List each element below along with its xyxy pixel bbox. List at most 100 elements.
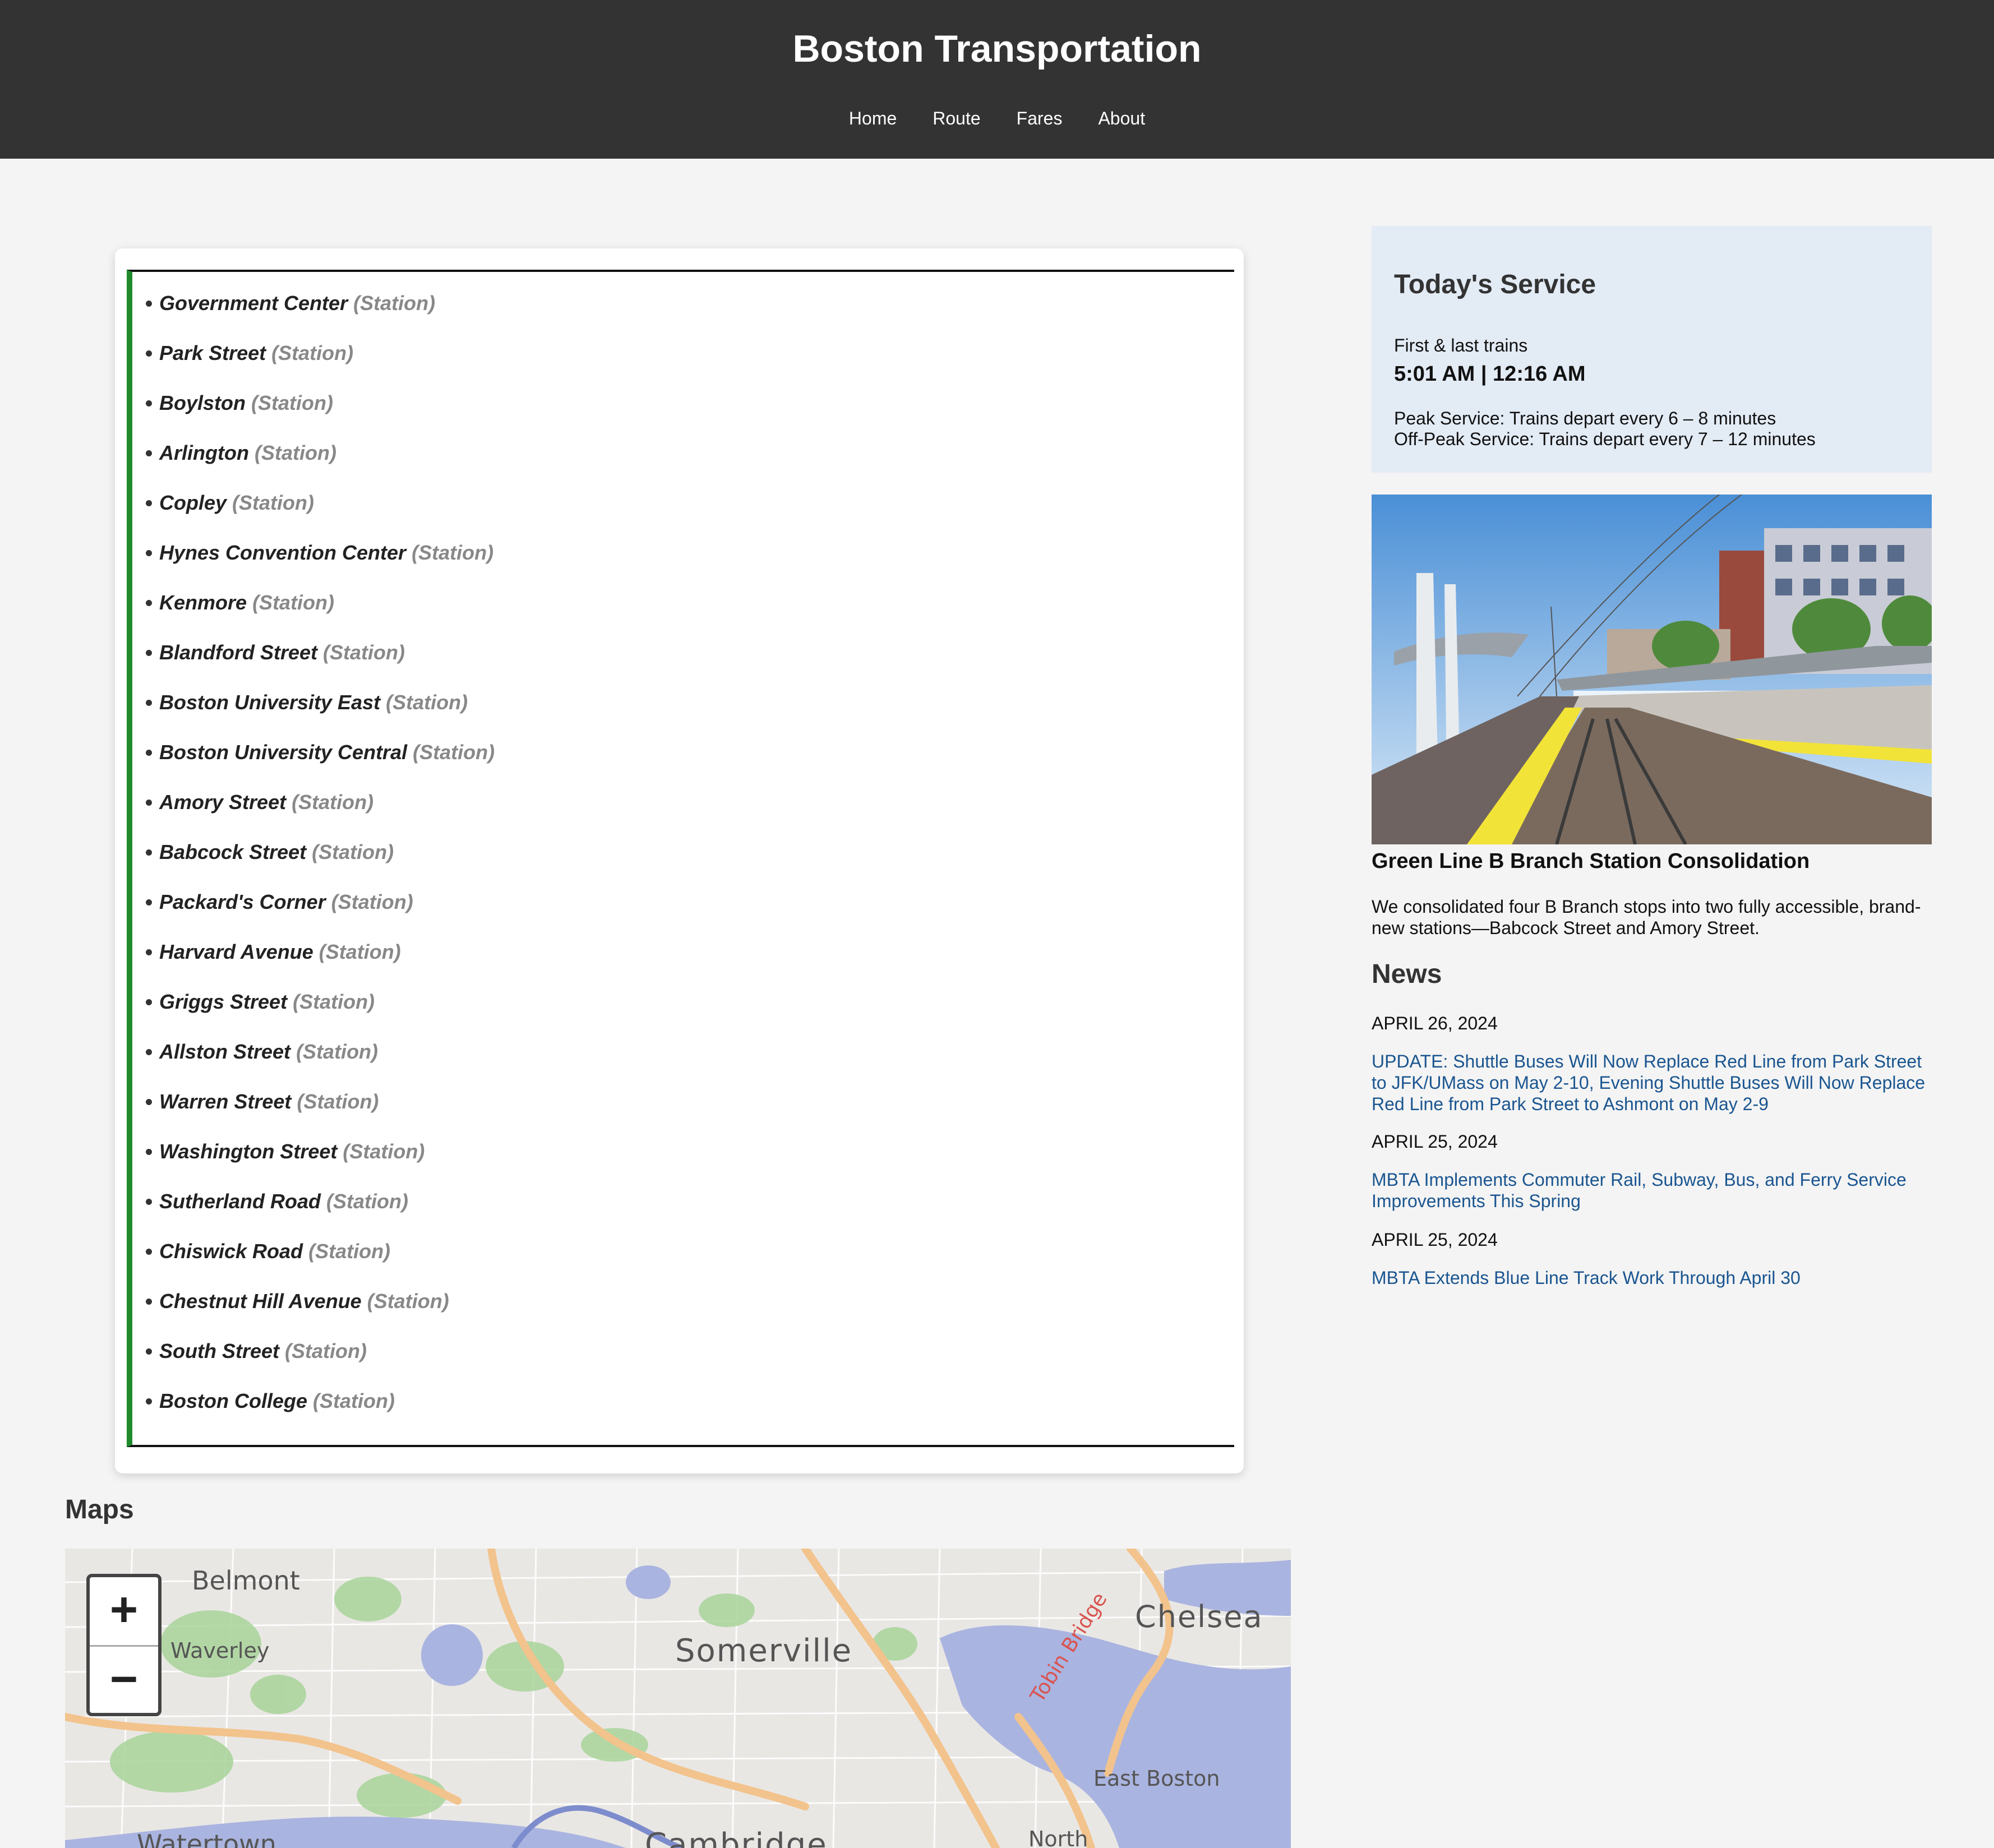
station-type-label: (Station) — [251, 391, 333, 414]
station-list-item: Government Center (Station) — [132, 287, 435, 320]
station-list-card: Government Center (Station) Park Street (… — [115, 248, 1244, 1473]
station-list-item: Boston University Central (Station) — [132, 736, 495, 769]
station-type-label: (Station) — [312, 840, 394, 863]
map-label-chelsea: Chelsea — [1135, 1599, 1263, 1634]
zoom-out-button[interactable]: − — [90, 1645, 158, 1713]
station-type-label: (Station) — [292, 791, 374, 814]
news-link[interactable]: MBTA Implements Commuter Rail, Subway, B… — [1372, 1169, 1932, 1212]
station-type-label: (Station) — [271, 341, 354, 364]
map-label-watertown: Watertown — [137, 1829, 276, 1848]
feature-description: We consolidated four B Branch stops into… — [1372, 897, 1921, 938]
station-list: Government Center (Station) Park Street (… — [127, 270, 1234, 1447]
todays-service-panel: Today's Service First & last trains 5:01… — [1372, 226, 1932, 473]
map-label-cambridge: Cambridge — [645, 1827, 828, 1848]
station-name[interactable]: Boylston — [159, 391, 246, 414]
station-name[interactable]: Copley — [159, 491, 227, 514]
offpeak-service-text: Off-Peak Service: Trains depart every 7 … — [1394, 429, 1816, 449]
station-list-item: Hynes Convention Center (Station) — [132, 536, 493, 570]
station-type-label: (Station) — [308, 1240, 391, 1263]
station-name[interactable]: Chestnut Hill Avenue — [159, 1290, 362, 1313]
station-name[interactable]: Boston University Central — [159, 741, 407, 764]
map-label-waverley: Waverley — [170, 1638, 270, 1663]
main-nav: Home Route Fares About — [0, 108, 1994, 129]
map-view[interactable]: + − Belmont Waverley Somerville Chelsea … — [65, 1549, 1291, 1848]
station-name[interactable]: Griggs Street — [159, 990, 287, 1013]
station-type-label: (Station) — [313, 1389, 395, 1412]
station-type-label: (Station) — [319, 940, 401, 963]
nav-about[interactable]: About — [1098, 108, 1145, 129]
station-list-item: South Street (Station) — [132, 1334, 367, 1368]
station-list-item: Allston Street (Station) — [132, 1035, 378, 1069]
station-name[interactable]: Hynes Convention Center — [159, 541, 406, 564]
news-date: APRIL 25, 2024 — [1372, 1131, 1498, 1152]
station-type-label: (Station) — [353, 292, 436, 315]
station-list-item: Boston University East (Station) — [132, 686, 468, 719]
station-type-label: (Station) — [386, 691, 468, 714]
station-list-item: Babcock Street (Station) — [132, 835, 394, 869]
station-name[interactable]: Boston University East — [159, 691, 380, 714]
station-name[interactable]: Blandford Street — [159, 641, 317, 664]
station-list-item: Blandford Street (Station) — [132, 636, 405, 669]
station-list-item: Copley (Station) — [132, 486, 314, 520]
station-type-label: (Station) — [331, 890, 413, 913]
service-title: Today's Service — [1394, 270, 1596, 299]
zoom-control: + − — [86, 1574, 161, 1716]
station-type-label: (Station) — [285, 1339, 367, 1362]
page: Boston Transportation Home Route Fares A… — [0, 0, 1994, 1848]
station-type-label: (Station) — [343, 1140, 425, 1163]
station-type-label: (Station) — [254, 441, 336, 464]
station-type-label: (Station) — [413, 741, 495, 764]
feature-title: Green Line B Branch Station Consolidatio… — [1372, 849, 1810, 873]
station-platform-illustration — [1372, 495, 1932, 844]
station-list-item: Harvard Avenue (Station) — [132, 935, 401, 969]
nav-fares[interactable]: Fares — [1017, 108, 1063, 129]
station-list-item: Park Street (Station) — [132, 336, 353, 370]
station-list-item: Kenmore (Station) — [132, 586, 334, 620]
station-type-label: (Station) — [367, 1290, 449, 1313]
station-name[interactable]: Packard's Corner — [159, 890, 326, 913]
news-link[interactable]: MBTA Extends Blue Line Track Work Throug… — [1372, 1267, 1932, 1288]
zoom-in-button[interactable]: + — [90, 1577, 158, 1645]
map-label-north: North — [1028, 1827, 1088, 1848]
station-name[interactable]: Park Street — [159, 341, 266, 364]
station-name[interactable]: Arlington — [159, 441, 249, 464]
station-list-item: Amory Street (Station) — [132, 786, 373, 819]
station-name[interactable]: Harvard Avenue — [159, 940, 313, 963]
map-label-somerville: Somerville — [675, 1633, 853, 1669]
station-list-item: Arlington (Station) — [132, 436, 336, 470]
station-type-label: (Station) — [323, 641, 405, 664]
station-name[interactable]: Kenmore — [159, 591, 247, 614]
station-name[interactable]: Sutherland Road — [159, 1190, 321, 1213]
station-list-item: Packard's Corner (Station) — [132, 885, 413, 919]
station-type-label: (Station) — [252, 591, 335, 614]
station-name[interactable]: Washington Street — [159, 1140, 337, 1163]
station-type-label: (Station) — [232, 491, 315, 514]
first-last-times: 5:01 AM | 12:16 AM — [1394, 362, 1586, 386]
station-name[interactable]: Amory Street — [159, 791, 286, 814]
station-name[interactable]: Babcock Street — [159, 840, 306, 863]
station-list-item: Chiswick Road (Station) — [132, 1235, 390, 1268]
station-name[interactable]: Allston Street — [159, 1040, 290, 1063]
station-list-item: Warren Street (Station) — [132, 1085, 379, 1119]
station-name[interactable]: Warren Street — [159, 1090, 291, 1113]
map-label-east-boston: East Boston — [1093, 1766, 1220, 1791]
station-name[interactable]: Boston College — [159, 1389, 307, 1412]
station-list-item: Washington Street (Station) — [132, 1135, 424, 1168]
station-list-item: Boston College (Station) — [132, 1384, 395, 1418]
maps-heading: Maps — [65, 1495, 134, 1524]
news-date: APRIL 26, 2024 — [1372, 1013, 1498, 1033]
first-last-label: First & last trains — [1394, 335, 1528, 355]
station-name[interactable]: South Street — [159, 1339, 279, 1362]
station-list-item: Boylston (Station) — [132, 386, 333, 420]
station-type-label: (Station) — [296, 1040, 379, 1063]
news-date: APRIL 25, 2024 — [1372, 1230, 1498, 1250]
peak-service-text: Peak Service: Trains depart every 6 – 8 … — [1394, 408, 1776, 428]
news-link[interactable]: UPDATE: Shuttle Buses Will Now Replace R… — [1372, 1051, 1932, 1115]
nav-home[interactable]: Home — [849, 108, 897, 129]
station-type-label: (Station) — [412, 541, 494, 564]
station-name[interactable]: Chiswick Road — [159, 1240, 303, 1263]
news-heading: News — [1372, 959, 1442, 989]
station-name[interactable]: Government Center — [159, 292, 348, 315]
station-type-label: (Station) — [293, 990, 375, 1013]
nav-route[interactable]: Route — [933, 108, 980, 129]
